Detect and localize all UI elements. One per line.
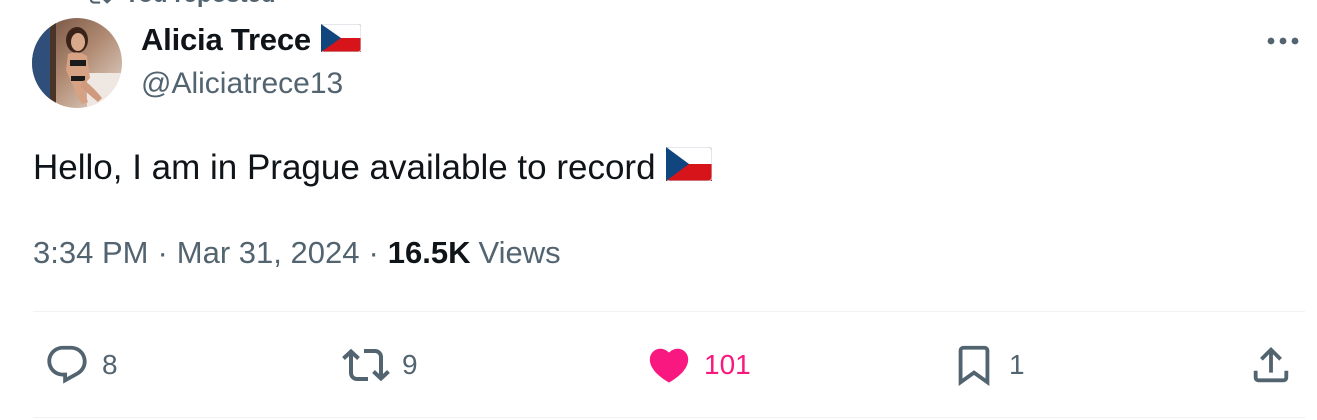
- divider: [33, 311, 1305, 312]
- repost-label: You reposted: [124, 0, 276, 9]
- share-button[interactable]: [1248, 342, 1294, 388]
- author-name-row[interactable]: Alicia Trece: [141, 22, 362, 58]
- bookmark-icon: [958, 345, 990, 386]
- heart-icon: [649, 348, 689, 383]
- retweet-count: 9: [402, 349, 418, 380]
- like-button[interactable]: 101: [646, 342, 751, 388]
- more-options-button[interactable]: [1263, 26, 1303, 56]
- profile-photo: [32, 18, 122, 108]
- author-display-name[interactable]: Alicia Trece: [141, 22, 311, 58]
- czech-flag-icon: [320, 23, 362, 57]
- tweet-time[interactable]: 3:34 PM: [33, 235, 148, 271]
- author-handle[interactable]: @Aliciatrece13: [141, 67, 343, 101]
- views-label: Views: [478, 235, 561, 270]
- repost-icon: [89, 0, 112, 4]
- retweet-button[interactable]: 9: [342, 342, 418, 388]
- repost-header[interactable]: You reposted: [86, 0, 276, 9]
- share-icon: [1253, 346, 1289, 383]
- reply-button[interactable]: 8: [44, 342, 118, 388]
- bookmark-count: 1: [1009, 349, 1025, 380]
- tweet-meta: 3:34 PM · Mar 31, 2024 · 16.5K Views: [33, 234, 561, 272]
- reply-icon: [47, 345, 87, 384]
- more-dots-icon: [1267, 37, 1299, 45]
- meta-separator: ·: [368, 235, 379, 270]
- tweet-text: Hello, I am in Prague available to recor…: [33, 148, 656, 187]
- like-count: 101: [704, 349, 751, 380]
- avatar[interactable]: [32, 18, 122, 108]
- czech-flag-icon: [665, 146, 713, 190]
- divider: [33, 417, 1305, 418]
- bookmark-button[interactable]: 1: [951, 342, 1025, 388]
- retweet-icon: [342, 348, 390, 382]
- views-count: 16.5K: [387, 235, 471, 270]
- reply-count: 8: [102, 349, 118, 380]
- tweet-body: Hello, I am in Prague available to recor…: [33, 146, 713, 190]
- meta-separator: ·: [157, 235, 168, 270]
- tweet-date[interactable]: Mar 31, 2024: [177, 235, 360, 271]
